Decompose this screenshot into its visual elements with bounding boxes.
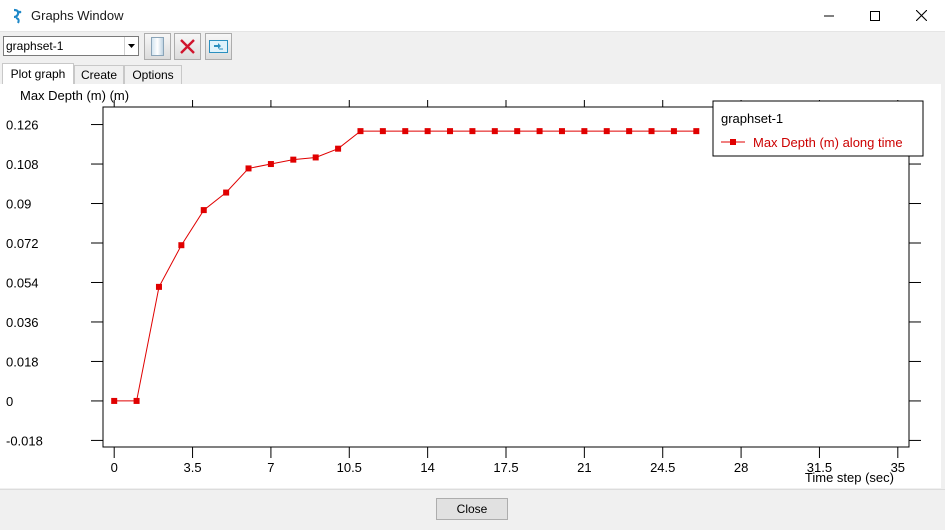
data-point — [648, 128, 655, 135]
data-point — [245, 165, 252, 172]
x-tick-label: 0 — [111, 460, 118, 475]
data-point — [223, 189, 230, 196]
data-point — [536, 128, 543, 135]
refresh-graph-button[interactable] — [205, 33, 232, 60]
data-point — [200, 207, 207, 214]
graphset-select[interactable]: graphset-1 — [3, 36, 139, 56]
data-point — [581, 128, 588, 135]
x-tick-label: 24.5 — [650, 460, 675, 475]
data-point — [514, 128, 521, 135]
legend: graphset-1 Max Depth (m) along time — [712, 100, 924, 157]
page-icon — [151, 37, 164, 56]
y-tick-label: 0.072 — [6, 236, 39, 251]
graph-panel: Max Depth (m) (m) -0.018 0 0.018 0.036 0.054… — [0, 84, 941, 488]
y-tick-label: 0.036 — [6, 315, 39, 330]
x-tick-label: 3.5 — [184, 460, 202, 475]
x-tick-label: 10.5 — [337, 460, 362, 475]
tab-create[interactable]: Create — [74, 65, 124, 84]
new-graph-button[interactable] — [144, 33, 171, 60]
x-tick-label: 28 — [734, 460, 748, 475]
y-axis: -0.018 0 0.018 0.036 0.054 0.072 0.09 0.108 0.12… — [6, 118, 921, 448]
maximize-icon — [870, 10, 880, 21]
window-title: Graphs Window — [31, 8, 124, 23]
chevron-down-icon — [128, 44, 135, 48]
y-tick-label: 0.054 — [6, 275, 39, 290]
data-point — [693, 128, 700, 135]
data-point — [447, 128, 454, 135]
data-point — [290, 156, 297, 163]
title-bar[interactable]: Graphs Window — [0, 0, 945, 32]
delete-graph-button[interactable] — [174, 33, 201, 60]
legend-series-label: Max Depth (m) along time — [753, 135, 903, 150]
data-point — [670, 128, 677, 135]
refresh-icon — [209, 40, 228, 53]
data-point — [402, 128, 409, 135]
close-icon — [915, 10, 927, 21]
close-window-button[interactable] — [898, 0, 944, 31]
legend-title: graphset-1 — [721, 111, 783, 126]
data-point — [111, 397, 118, 404]
close-button[interactable]: Close — [436, 498, 508, 520]
x-tick-label: 7 — [267, 460, 274, 475]
x-axis-label: Time step (sec) — [805, 470, 894, 485]
maximize-button[interactable] — [852, 0, 898, 31]
legend-marker — [730, 139, 736, 145]
tab-options[interactable]: Options — [124, 65, 182, 84]
x-tick-label: 17.5 — [493, 460, 518, 475]
tab-bar: Plot graph Create Options — [0, 63, 945, 85]
x-tick-label: 21 — [577, 460, 591, 475]
delete-x-icon — [180, 39, 195, 54]
data-point — [626, 128, 633, 135]
data-point — [178, 242, 185, 249]
x-tick-label: 14 — [420, 460, 434, 475]
series-line — [114, 130, 697, 402]
y-tick-label: 0.018 — [6, 354, 39, 369]
data-point — [469, 128, 476, 135]
y-tick-label: 0.126 — [6, 118, 39, 133]
data-point — [424, 128, 431, 135]
chart: Max Depth (m) (m) -0.018 0 0.018 0.036 0.054… — [6, 88, 924, 485]
data-point — [335, 145, 342, 152]
data-point — [491, 128, 498, 135]
data-point — [133, 397, 140, 404]
dropdown-arrow[interactable] — [124, 37, 138, 55]
y-axis-label: Max Depth (m) (m) — [20, 88, 129, 103]
y-tick-label: -0.018 — [6, 433, 43, 448]
y-tick-label: 0.108 — [6, 157, 39, 172]
toolbar — [0, 32, 945, 62]
data-point — [558, 128, 565, 135]
tab-plot-graph[interactable]: Plot graph — [2, 63, 74, 84]
data-point — [312, 154, 319, 161]
series-group — [111, 128, 700, 404]
data-point — [155, 283, 162, 290]
y-tick-label: 0.09 — [6, 197, 31, 212]
data-point — [379, 128, 386, 135]
plot-frame — [102, 106, 910, 448]
graphset-select-value: graphset-1 — [6, 39, 64, 53]
minimize-button[interactable] — [806, 0, 852, 31]
app-logo-icon — [13, 8, 22, 24]
y-tick-label: 0 — [6, 394, 13, 409]
data-point — [267, 161, 274, 168]
data-point — [357, 128, 364, 135]
minimize-icon — [824, 15, 834, 16]
data-point — [603, 128, 610, 135]
